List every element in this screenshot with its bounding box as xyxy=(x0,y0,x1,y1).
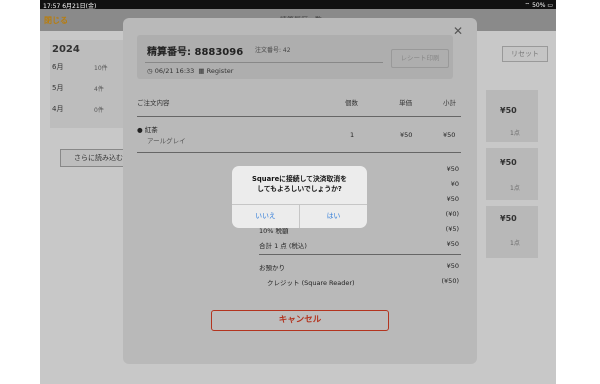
item-qty: 1 xyxy=(350,131,355,139)
battery-icon: ▭ xyxy=(547,2,553,9)
month-label: 6月 xyxy=(52,63,64,71)
summary-value: (¥50) xyxy=(441,277,459,285)
order-datetime: 06/21 16:33 xyxy=(154,67,195,75)
register-name: Register xyxy=(206,67,234,75)
month-count: 0件 xyxy=(94,107,104,114)
month-count: 4件 xyxy=(94,86,104,93)
register-icon: ▦ xyxy=(198,67,205,75)
column-header: 個数 xyxy=(345,99,358,107)
summary-value: ¥50 xyxy=(446,262,459,270)
card-count: 1点 xyxy=(510,240,520,247)
column-header: 小計 xyxy=(443,99,456,107)
summary-value: (¥0) xyxy=(445,210,459,218)
order-header: 精算番号: 8883096 注文番号: 42 ◷ 06/21 16:33 ▦ R… xyxy=(137,35,453,79)
item-name-text: 紅茶 xyxy=(144,126,158,134)
item-variant: アールグレイ xyxy=(147,137,186,145)
alert-message-line: Squareに接続して決済取消を xyxy=(252,175,347,183)
item-price: ¥50 xyxy=(400,131,413,139)
divider xyxy=(137,116,461,117)
divider xyxy=(137,152,461,153)
summary-value: (¥5) xyxy=(445,225,459,233)
order-title: 精算番号: 8883096 xyxy=(147,47,244,58)
item-name: ● 紅茶 xyxy=(137,126,158,134)
card-amount: ¥50 xyxy=(500,106,517,115)
card-count: 1点 xyxy=(510,185,520,192)
total-label: 合計 1 点 (税込) xyxy=(259,242,307,250)
summary-value: ¥0 xyxy=(450,180,459,188)
close-link[interactable]: 閉じる xyxy=(44,15,68,26)
month-row[interactable]: 6月 xyxy=(52,62,63,72)
month-label: 4月 xyxy=(52,105,64,113)
print-receipt-button[interactable]: レシート印刷 xyxy=(391,49,449,68)
battery-level: 50% xyxy=(532,2,546,9)
no-button[interactable]: いいえ xyxy=(232,204,299,228)
close-icon[interactable]: ✕ xyxy=(453,24,463,38)
month-count: 10件 xyxy=(94,65,108,72)
wifi-icon: ⌔ xyxy=(524,2,531,9)
yes-button[interactable]: はい xyxy=(300,204,367,228)
divider xyxy=(259,254,461,255)
column-header: ご注文内容 xyxy=(137,99,170,107)
reset-button[interactable]: リセット xyxy=(502,46,548,62)
cancel-payment-button[interactable]: キャンセル xyxy=(211,310,389,331)
item-subtotal: ¥50 xyxy=(443,131,456,139)
deposit-label: お預かり xyxy=(259,264,285,272)
summary-value: ¥50 xyxy=(446,240,459,248)
alert-message-line: してもよろしいでしょうか? xyxy=(257,185,342,193)
clock-icon: ◷ xyxy=(147,67,153,75)
column-header: 単価 xyxy=(399,99,412,107)
divider xyxy=(145,62,383,63)
alert-message: Squareに接続して決済取消を してもよろしいでしょうか? xyxy=(232,174,367,194)
summary-value: ¥50 xyxy=(446,165,459,173)
year-label: 2024 xyxy=(52,44,80,55)
status-bar: 17:57 6月21日(金) ⌔ 50% ▭ xyxy=(40,0,556,10)
order-number: 注文番号: 42 xyxy=(255,47,291,54)
month-row[interactable]: 4月 xyxy=(52,104,63,114)
payment-method-label: クレジット (Square Reader) xyxy=(267,279,355,287)
card-amount: ¥50 xyxy=(500,214,517,223)
order-meta: ◷ 06/21 16:33 ▦ Register xyxy=(147,67,233,75)
summary-value: ¥50 xyxy=(446,195,459,203)
card-amount: ¥50 xyxy=(500,158,517,167)
confirm-alert: Squareに接続して決済取消を してもよろしいでしょうか? いいえ はい xyxy=(232,166,367,228)
history-card[interactable] xyxy=(486,148,538,200)
month-row[interactable]: 5月 xyxy=(52,83,63,93)
month-label: 5月 xyxy=(52,84,64,92)
card-count: 1点 xyxy=(510,130,520,137)
